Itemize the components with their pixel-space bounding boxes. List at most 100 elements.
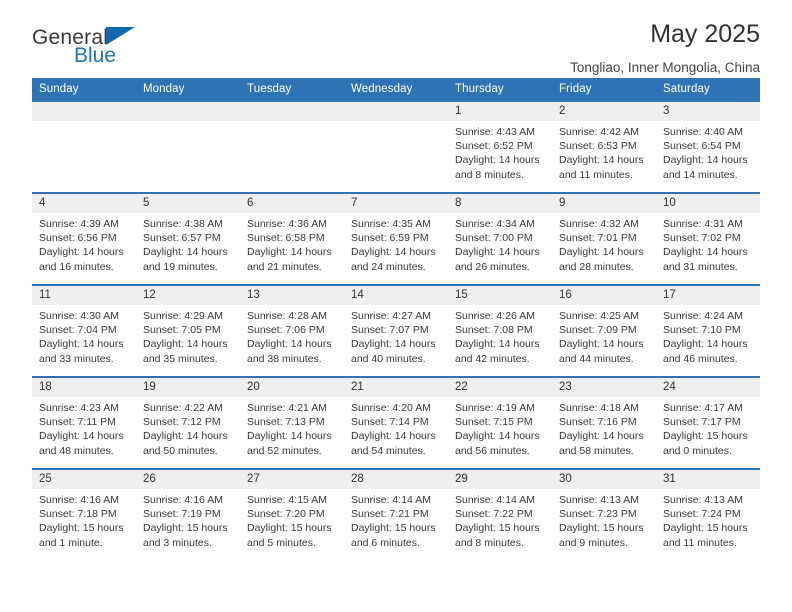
calendar-day-cell[interactable]: 8 Sunrise: 4:34 AM Sunset: 7:00 PM Daylight… [448,192,552,285]
daylight-text: Daylight: 14 hours and 21 minutes. [247,246,332,273]
sunrise-text: Sunrise: 4:16 AM [39,494,119,507]
calendar-day-cell[interactable]: 15 Sunrise: 4:26 AM Sunset: 7:08 PM Dayligh… [448,284,552,377]
calendar-day-cell[interactable]: 20 Sunrise: 4:21 AM Sunset: 7:13 PM Dayligh… [240,376,344,469]
day-number: 29 [448,470,552,490]
daylight-text: Daylight: 15 hours and 1 minute. [39,522,124,549]
calendar-day-cell[interactable]: 10 Sunrise: 4:31 AM Sunset: 7:02 PM Dayligh… [656,192,760,285]
calendar-day-cell[interactable]: 1 Sunrise: 4:43 AM Sunset: 6:52 PM Daylight… [448,100,552,193]
calendar-day-cell[interactable]: 22 Sunrise: 4:19 AM Sunset: 7:15 PM Dayligh… [448,376,552,469]
daylight-text: Daylight: 15 hours and 6 minutes. [351,522,436,549]
calendar-day-cell[interactable]: 27 Sunrise: 4:15 AM Sunset: 7:20 PM Dayligh… [240,468,344,560]
page-header: General Blue May 2025 Tongliao, Inner Mo… [32,0,760,75]
sunset-text: Sunset: 7:10 PM [663,324,741,337]
sunrise-text: Sunrise: 4:32 AM [559,218,639,231]
day-number: 31 [656,470,760,490]
daylight-text: Daylight: 15 hours and 0 minutes. [663,430,748,457]
calendar-day-cell[interactable]: 19 Sunrise: 4:22 AM Sunset: 7:12 PM Dayligh… [136,376,240,469]
day-details: Sunrise: 4:38 AM Sunset: 6:57 PM Daylight:… [136,213,240,274]
sunrise-text: Sunrise: 4:27 AM [351,310,431,323]
sunrise-text: Sunrise: 4:14 AM [455,494,535,507]
calendar-day-cell[interactable]: 5 Sunrise: 4:38 AM Sunset: 6:57 PM Daylight… [136,192,240,285]
sunrise-text: Sunrise: 4:14 AM [351,494,431,507]
calendar-day-cell[interactable]: 24 Sunrise: 4:17 AM Sunset: 7:17 PM Dayligh… [656,376,760,469]
sunset-text: Sunset: 7:22 PM [455,508,533,521]
day-number: 22 [448,378,552,398]
calendar-day-cell[interactable]: 26 Sunrise: 4:16 AM Sunset: 7:19 PM Dayligh… [136,468,240,560]
calendar-day-cell[interactable]: 4 Sunrise: 4:39 AM Sunset: 6:56 PM Daylight… [32,192,136,285]
calendar-day-cell[interactable]: 18 Sunrise: 4:23 AM Sunset: 7:11 PM Dayligh… [32,376,136,469]
calendar-day-cell[interactable]: 7 Sunrise: 4:35 AM Sunset: 6:59 PM Daylight… [344,192,448,285]
daylight-text: Daylight: 14 hours and 42 minutes. [455,338,540,365]
calendar-day-cell[interactable]: 6 Sunrise: 4:36 AM Sunset: 6:58 PM Daylight… [240,192,344,285]
daylight-text: Daylight: 14 hours and 35 minutes. [143,338,228,365]
sunset-text: Sunset: 7:08 PM [455,324,533,337]
daylight-text: Daylight: 14 hours and 11 minutes. [559,154,644,181]
daylight-text: Daylight: 14 hours and 48 minutes. [39,430,124,457]
day-details: Sunrise: 4:18 AM Sunset: 7:16 PM Daylight:… [552,397,656,458]
daylight-text: Daylight: 15 hours and 9 minutes. [559,522,644,549]
weekday-header-row: Sunday Monday Tuesday Wednesday Thursday… [32,78,760,101]
day-details: Sunrise: 4:26 AM Sunset: 7:08 PM Daylight:… [448,305,552,366]
sunset-text: Sunset: 7:01 PM [559,232,637,245]
sunset-text: Sunset: 6:52 PM [455,140,533,153]
day-details: Sunrise: 4:14 AM Sunset: 7:21 PM Daylight:… [344,489,448,550]
calendar-day-cell[interactable]: 28 Sunrise: 4:14 AM Sunset: 7:21 PM Dayligh… [344,468,448,560]
sunrise-text: Sunrise: 4:31 AM [663,218,743,231]
sunrise-text: Sunrise: 4:13 AM [559,494,639,507]
calendar-day-cell[interactable]: 16 Sunrise: 4:25 AM Sunset: 7:09 PM Dayligh… [552,284,656,377]
daylight-text: Daylight: 14 hours and 8 minutes. [455,154,540,181]
triangle-icon [106,27,136,45]
daylight-text: Daylight: 15 hours and 11 minutes. [663,522,748,549]
day-number: 26 [136,470,240,490]
calendar-day-cell[interactable]: 21 Sunrise: 4:20 AM Sunset: 7:14 PM Dayligh… [344,376,448,469]
location-subtitle: Tongliao, Inner Mongolia, China [570,60,760,75]
calendar-day-cell[interactable]: 9 Sunrise: 4:32 AM Sunset: 7:01 PM Daylight… [552,192,656,285]
day-details: Sunrise: 4:23 AM Sunset: 7:11 PM Daylight:… [32,397,136,458]
sunrise-text: Sunrise: 4:36 AM [247,218,327,231]
daylight-text: Daylight: 14 hours and 40 minutes. [351,338,436,365]
sunrise-text: Sunrise: 4:35 AM [351,218,431,231]
daylight-text: Daylight: 14 hours and 16 minutes. [39,246,124,273]
calendar-day-cell[interactable]: 13 Sunrise: 4:28 AM Sunset: 7:06 PM Dayligh… [240,284,344,377]
sunrise-text: Sunrise: 4:28 AM [247,310,327,323]
general-blue-logo[interactable]: General Blue [32,26,136,66]
calendar-day-cell[interactable]: 14 Sunrise: 4:27 AM Sunset: 7:07 PM Dayligh… [344,284,448,377]
day-number: 10 [656,194,760,214]
sunset-text: Sunset: 7:09 PM [559,324,637,337]
calendar-day-cell[interactable]: 23 Sunrise: 4:18 AM Sunset: 7:16 PM Dayligh… [552,376,656,469]
weekday-header-sunday: Sunday [32,78,136,101]
calendar-day-cell[interactable]: 17 Sunrise: 4:24 AM Sunset: 7:10 PM Dayligh… [656,284,760,377]
sunset-text: Sunset: 7:04 PM [39,324,117,337]
day-number: 8 [448,194,552,214]
calendar-day-cell[interactable]: 30 Sunrise: 4:13 AM Sunset: 7:23 PM Dayligh… [552,468,656,560]
calendar-day-cell-empty [344,100,448,193]
sunrise-text: Sunrise: 4:13 AM [663,494,743,507]
calendar-day-cell[interactable]: 12 Sunrise: 4:29 AM Sunset: 7:05 PM Dayligh… [136,284,240,377]
day-details: Sunrise: 4:35 AM Sunset: 6:59 PM Daylight:… [344,213,448,274]
calendar-week-row: 18 Sunrise: 4:23 AM Sunset: 7:11 PM Dayligh… [32,376,760,469]
calendar-day-cell[interactable]: 11 Sunrise: 4:30 AM Sunset: 7:04 PM Dayligh… [32,284,136,377]
daylight-text: Daylight: 15 hours and 8 minutes. [455,522,540,549]
calendar-day-cell[interactable]: 29 Sunrise: 4:14 AM Sunset: 7:22 PM Dayligh… [448,468,552,560]
calendar-day-cell[interactable]: 3 Sunrise: 4:40 AM Sunset: 6:54 PM Daylight… [656,100,760,193]
calendar-day-cell[interactable]: 25 Sunrise: 4:16 AM Sunset: 7:18 PM Dayligh… [32,468,136,560]
sunrise-text: Sunrise: 4:38 AM [143,218,223,231]
sunset-text: Sunset: 7:02 PM [663,232,741,245]
sunset-text: Sunset: 7:23 PM [559,508,637,521]
day-number [136,102,240,122]
sunrise-text: Sunrise: 4:26 AM [455,310,535,323]
day-number: 6 [240,194,344,214]
day-number: 5 [136,194,240,214]
calendar-day-cell-empty [32,100,136,193]
calendar-body: 1 Sunrise: 4:43 AM Sunset: 6:52 PM Daylight… [32,100,760,560]
day-details: Sunrise: 4:36 AM Sunset: 6:58 PM Daylight:… [240,213,344,274]
calendar-day-cell[interactable]: 31 Sunrise: 4:13 AM Sunset: 7:24 PM Dayligh… [656,468,760,560]
daylight-text: Daylight: 14 hours and 44 minutes. [559,338,644,365]
daylight-text: Daylight: 15 hours and 5 minutes. [247,522,332,549]
day-details: Sunrise: 4:25 AM Sunset: 7:09 PM Daylight:… [552,305,656,366]
sunrise-text: Sunrise: 4:24 AM [663,310,743,323]
sunset-text: Sunset: 6:54 PM [663,140,741,153]
day-number [240,102,344,122]
calendar-day-cell[interactable]: 2 Sunrise: 4:42 AM Sunset: 6:53 PM Daylight… [552,100,656,193]
sunset-text: Sunset: 7:16 PM [559,416,637,429]
